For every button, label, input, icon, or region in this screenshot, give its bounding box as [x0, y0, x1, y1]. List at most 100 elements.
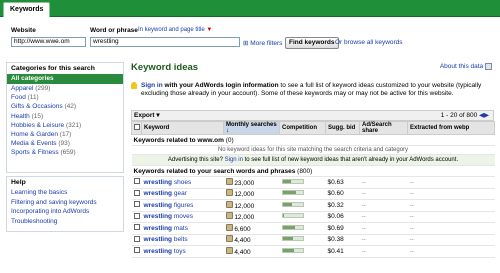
help-icon	[485, 63, 492, 70]
category-item[interactable]: Sports & Fitness (659)	[7, 148, 123, 157]
share-cell: --	[359, 222, 408, 235]
search-pattern-icon[interactable]	[225, 246, 233, 254]
search-pattern-icon[interactable]	[225, 177, 233, 185]
pagination: 1 - 20 of 800 ◀▶	[440, 112, 489, 119]
row-checkbox[interactable]	[133, 247, 140, 254]
keyword-cell[interactable]: wrestling toys	[141, 245, 224, 258]
share-cell: --	[359, 176, 408, 189]
searches-cell: 23,000	[223, 176, 280, 189]
keyword-cell[interactable]: wrestling figures	[141, 199, 224, 212]
bid-cell: $0.63	[325, 176, 360, 189]
phrase-input[interactable]: wrestling	[90, 37, 240, 47]
competition-cell	[279, 234, 326, 246]
about-data-link[interactable]: About this data	[440, 63, 492, 70]
keyword-table-area: Export ▾ 1 - 20 of 800 ◀▶ Keyword Monthl…	[131, 110, 495, 273]
category-item[interactable]: Gifts & Occasions (42)	[7, 102, 123, 111]
select-all-checkbox-cell	[131, 121, 142, 135]
competition-cell	[279, 211, 326, 223]
table-row: wrestling toys 4,400 $0.41 -- --	[131, 245, 495, 258]
search-pattern-icon[interactable]	[225, 223, 233, 231]
extracted-cell: --	[407, 199, 495, 212]
searches-cell: 4,400	[223, 234, 280, 246]
competition-cell	[279, 176, 326, 189]
row-checkbox[interactable]	[133, 212, 140, 219]
plus-icon: ⊞	[243, 40, 249, 47]
col-extracted[interactable]: Extracted from webp	[407, 121, 495, 135]
bid-cell: $0.60	[325, 188, 360, 200]
help-panel: Help Learning the basics Filtering and s…	[6, 176, 124, 232]
competition-bar-fill	[282, 214, 284, 218]
table-toolbar: Export ▾ 1 - 20 of 800 ◀▶	[131, 110, 494, 121]
phrase-label: Word or phrase	[90, 27, 138, 34]
help-link[interactable]: Troubleshooting	[7, 217, 123, 227]
row-checkbox[interactable]	[133, 201, 140, 208]
keyword-cell[interactable]: wrestling gear	[141, 188, 224, 200]
competition-cell	[279, 222, 326, 235]
search-pattern-icon[interactable]	[225, 189, 233, 197]
searches-cell: 12,000	[223, 188, 280, 200]
col-monthly-searches[interactable]: Monthly searches ↓	[223, 121, 280, 135]
share-cell: --	[359, 245, 408, 258]
table-row: wrestling figures 12,000 $0.32 -- --	[131, 199, 495, 212]
more-filters-link[interactable]: ⊞ More filters	[243, 39, 282, 47]
extracted-cell: --	[407, 211, 495, 223]
bid-cell: $0.69	[325, 222, 360, 235]
bid-cell: $0.41	[325, 245, 360, 258]
keyword-cell[interactable]: wrestling moves	[141, 211, 224, 223]
extracted-cell: --	[407, 245, 495, 258]
help-link[interactable]: Filtering and saving keywords	[7, 198, 123, 208]
competition-bar-fill	[282, 237, 293, 241]
row-checkbox[interactable]	[133, 189, 140, 196]
col-keyword[interactable]: Keyword	[141, 121, 224, 135]
row-checkbox[interactable]	[133, 178, 140, 185]
table-row: wrestling mats 6,600 $0.69 -- --	[131, 222, 495, 235]
category-item[interactable]: Health (15)	[7, 112, 123, 121]
keyword-cell[interactable]: wrestling mats	[141, 222, 224, 235]
page-title: Keyword ideas	[131, 62, 199, 73]
competition-bar-fill	[282, 202, 292, 206]
advertise-row: Advertising this site? Sign in to see fu…	[131, 154, 495, 166]
competition-cell	[279, 188, 326, 200]
row-checkbox[interactable]	[133, 224, 140, 231]
phrase-match-select[interactable]: In keyword and page title ▼	[138, 27, 212, 33]
share-cell: --	[359, 199, 408, 212]
select-all-checkbox[interactable]	[134, 124, 140, 130]
signin-link[interactable]: Sign in	[141, 82, 163, 89]
searches-cell: 12,000	[223, 211, 280, 223]
help-link[interactable]: Incorporating into AdWords	[7, 207, 123, 217]
category-item[interactable]: Apparel (299)	[7, 84, 123, 93]
keyword-cell[interactable]: wrestling belts	[141, 234, 224, 246]
row-checkbox[interactable]	[133, 235, 140, 242]
section-header-site: Keywords related to www.om (0)	[131, 134, 495, 146]
advertise-signin-link[interactable]: Sign in	[225, 157, 243, 163]
share-cell: --	[359, 188, 408, 200]
table-row: wrestling belts 4,400 $0.38 -- --	[131, 234, 495, 246]
browse-all-keywords-link[interactable]: Or browse all keywords	[335, 39, 403, 46]
extracted-cell: --	[407, 222, 495, 235]
category-item[interactable]: Hobbies & Leisure (321)	[7, 121, 123, 130]
col-competition[interactable]: Competition	[279, 121, 326, 135]
category-item[interactable]: Food (11)	[7, 93, 123, 102]
find-keywords-button[interactable]: Find keywords	[285, 37, 339, 49]
no-ideas-row: No keyword ideas for this site matching …	[131, 145, 495, 155]
bid-cell: $0.38	[325, 234, 360, 246]
col-sugg-bid[interactable]: Sugg. bid	[325, 121, 360, 135]
category-item[interactable]: Home & Garden (17)	[7, 130, 123, 139]
export-button[interactable]: Export ▾	[134, 111, 160, 120]
competition-bar	[281, 178, 304, 184]
category-all[interactable]: All categories	[7, 74, 123, 84]
tab-keywords[interactable]: Keywords	[3, 2, 51, 17]
next-page-icon[interactable]: ▶	[484, 112, 489, 119]
search-pattern-icon[interactable]	[225, 212, 233, 220]
searches-cell: 6,600	[223, 222, 280, 235]
keyword-cell[interactable]: wrestling shoes	[141, 176, 224, 189]
keyword-table: Keyword Monthly searches ↓ Competition S…	[131, 121, 495, 258]
competition-bar	[281, 236, 304, 242]
competition-bar-fill	[282, 191, 296, 195]
website-input[interactable]: http://www.wwe.om	[11, 37, 86, 47]
search-pattern-icon[interactable]	[225, 200, 233, 208]
category-item[interactable]: Media & Events (93)	[7, 139, 123, 148]
search-pattern-icon[interactable]	[225, 235, 233, 243]
col-ad-search-share[interactable]: Ad/Search share	[359, 121, 408, 135]
help-link[interactable]: Learning the basics	[7, 188, 123, 198]
